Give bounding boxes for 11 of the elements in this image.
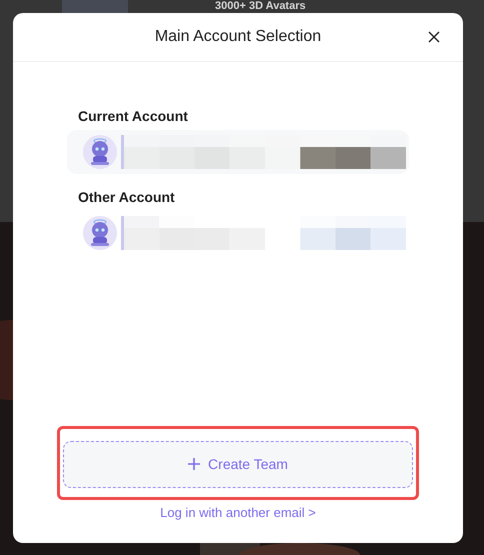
create-team-button[interactable]: Create Team	[63, 440, 413, 488]
close-icon[interactable]	[428, 31, 440, 43]
plus-icon	[188, 458, 200, 470]
dialog-title: Main Account Selection	[154, 27, 322, 47]
section-heading: Current Account	[78, 107, 189, 126]
account-row[interactable]	[67, 130, 409, 174]
section-heading: Other Account	[78, 188, 176, 207]
login-other-email-link[interactable]: Log in with another email >	[160, 502, 316, 522]
robot-avatar-icon	[83, 135, 117, 169]
robot-avatar-icon	[83, 216, 117, 250]
background-headline: 3000+ 3D Avatars	[215, 0, 306, 12]
